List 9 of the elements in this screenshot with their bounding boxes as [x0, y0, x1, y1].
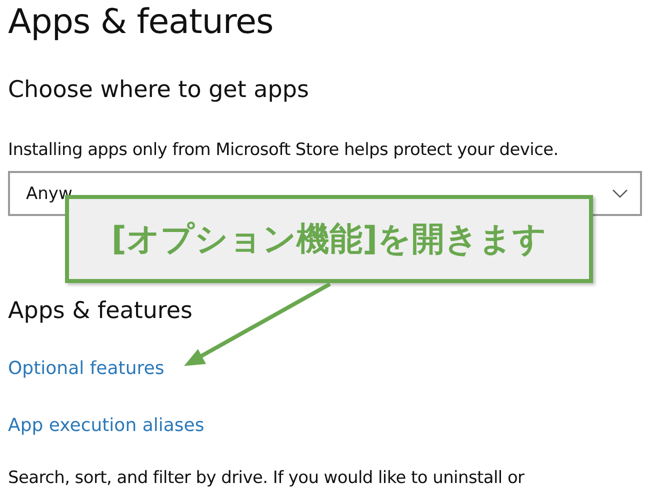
- chevron-down-icon: [612, 188, 628, 198]
- description-text: Installing apps only from Microsoft Store helps protect your device.: [8, 139, 560, 162]
- link[interactable]: App execution aliases: [8, 414, 204, 438]
- section-heading: Apps & features: [8, 297, 194, 326]
- section-heading: Choose where to get apps: [8, 76, 310, 105]
- link[interactable]: Optional features: [8, 357, 164, 381]
- page-title: Apps & features: [8, 1, 274, 42]
- description-text: Search, sort, and filter by drive. If you would like to uninstall or: [8, 467, 526, 490]
- annotation-tooltip: [オプション機能]を開きます: [65, 195, 593, 283]
